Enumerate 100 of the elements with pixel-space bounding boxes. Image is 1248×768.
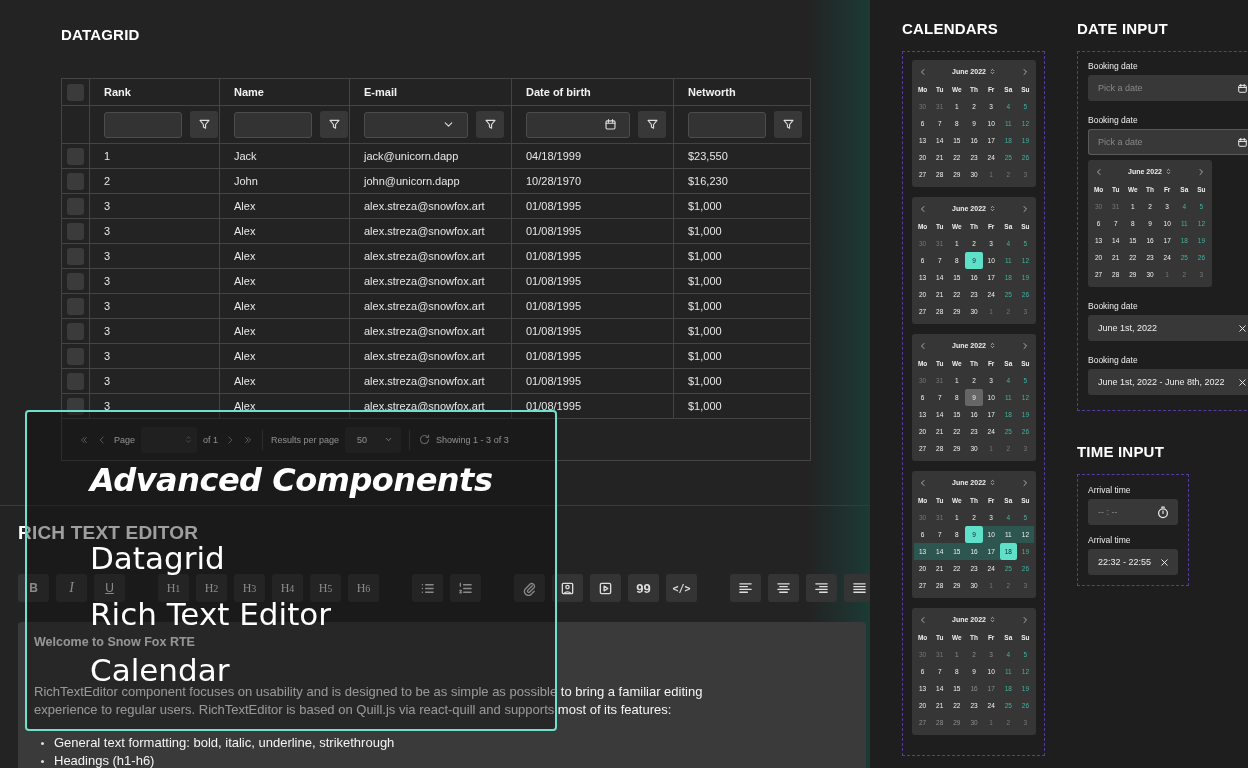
input-field[interactable]: June 1st, 2022 - June 8th, 2022 [1088,369,1248,395]
table-cell: $1,000 [673,218,811,244]
table-cell: $1,000 [673,318,811,344]
table-cell: 3 [89,293,220,319]
input-field[interactable] [688,111,766,138]
checkbox[interactable] [67,322,84,340]
filter-button[interactable] [190,111,218,138]
table-cell: 3 [89,193,220,219]
chevron-right-icon [1197,167,1205,176]
spinner-icon [988,479,996,486]
table-cell: Alex [219,393,350,419]
column-header[interactable]: Rank [89,78,220,106]
list-bullet [41,759,44,763]
numbered-list-button[interactable] [450,574,481,602]
editor-paragraph: RichTextEditor component focuses on usability and is designed to be as simple as possible to bring a familiar editing experience to regular users. RichTextEditor is based on Quill.js via react-quill and supports most of its features: [34,683,704,719]
checkbox[interactable] [67,247,84,265]
checkbox[interactable] [67,83,84,101]
filter-icon [197,118,211,131]
calendar-icon [1237,82,1248,94]
table-cell: alex.streza@snowfox.art [349,268,512,294]
table-cell: $16,230 [673,168,811,194]
bold-button[interactable]: B [18,574,49,602]
chevron-left-icon [919,478,927,487]
table-cell: 01/08/1995 [511,393,674,419]
table-cell: John [219,168,350,194]
column-header[interactable]: E-mail [349,78,512,106]
attach-button[interactable] [514,574,545,602]
field-label: Booking date [1088,301,1139,311]
page-count: of 1 [203,434,219,445]
table-cell: alex.streza@snowfox.art [349,218,512,244]
list-bullet [41,741,44,745]
chevron-right-icon [1021,67,1029,76]
checkbox[interactable] [67,297,84,315]
image-icon [560,580,575,596]
code-button[interactable]: </> [666,574,697,602]
filter-button[interactable] [476,111,504,138]
checkbox[interactable] [67,272,84,290]
checkbox[interactable] [67,372,84,390]
justify-button[interactable] [844,574,870,602]
bullet-list-button[interactable] [412,574,443,602]
page-input[interactable] [141,426,198,453]
close-icon [1237,376,1248,388]
table-cell: 01/08/1995 [511,368,674,394]
field-label: Booking date [1088,355,1139,365]
input-field[interactable] [234,111,312,138]
align-right-icon [814,580,829,596]
date-field[interactable] [526,111,630,138]
column-header[interactable]: Date of birth [511,78,674,106]
italic-button[interactable]: I [56,574,87,602]
table-cell: alex.streza@snowfox.art [349,343,512,369]
table-cell: jack@unicorn.dapp [349,143,512,169]
checkbox[interactable] [67,397,84,415]
list-item: Headings (h1-h6) [54,752,155,768]
table-cell: $1,000 [673,343,811,369]
close-icon [1237,322,1248,334]
overlay-item: Rich Text Editor [90,599,331,629]
table-cell: Alex [219,318,350,344]
checkbox[interactable] [67,147,84,165]
image-button[interactable] [552,574,583,602]
align-center-button[interactable] [768,574,799,602]
spinner-icon [988,205,996,212]
filter-button[interactable] [320,111,348,138]
table-cell: alex.streza@snowfox.art [349,293,512,319]
align-center-icon [776,580,791,596]
checkbox[interactable] [67,172,84,190]
chevron-left-icon [1095,167,1103,176]
filter-button[interactable] [774,111,802,138]
input-field[interactable]: 22:32 - 22:55 [1088,549,1178,575]
table-cell: 01/08/1995 [511,193,674,219]
spinner-icon [184,435,194,444]
table-cell: Alex [219,193,350,219]
table-cell: 3 [89,218,220,244]
underline-button[interactable]: U [94,574,125,602]
chevron-right-icon [1021,478,1029,487]
play-icon [598,580,613,596]
double-chevron-right-icon [243,434,254,445]
select-value: 50 [357,434,368,445]
table-cell: alex.streza@snowfox.art [349,243,512,269]
calendar-icon [604,118,617,131]
per-page-select[interactable]: 50 [345,426,402,453]
table-cell: 3 [89,343,220,369]
column-header[interactable]: Networth [673,78,811,106]
align-left-button[interactable] [730,574,761,602]
quote-button[interactable]: 99 [628,574,659,602]
input-field[interactable] [104,111,182,138]
section-title: DATAGRID [61,26,141,44]
filter-button[interactable] [638,111,666,138]
table-cell: 3 [89,368,220,394]
column-header[interactable]: Name [219,78,350,106]
checkbox[interactable] [67,222,84,240]
checkbox[interactable] [67,197,84,215]
table-cell: alex.streza@snowfox.art [349,393,512,419]
refresh-button[interactable] [418,432,431,447]
input-field[interactable]: June 1st, 2022 [1088,315,1248,341]
table-cell: 3 [89,243,220,269]
select-field[interactable] [364,111,468,138]
align-right-button[interactable] [806,574,837,602]
table-cell: $1,000 [673,393,811,419]
video-button[interactable] [590,574,621,602]
checkbox[interactable] [67,347,84,365]
